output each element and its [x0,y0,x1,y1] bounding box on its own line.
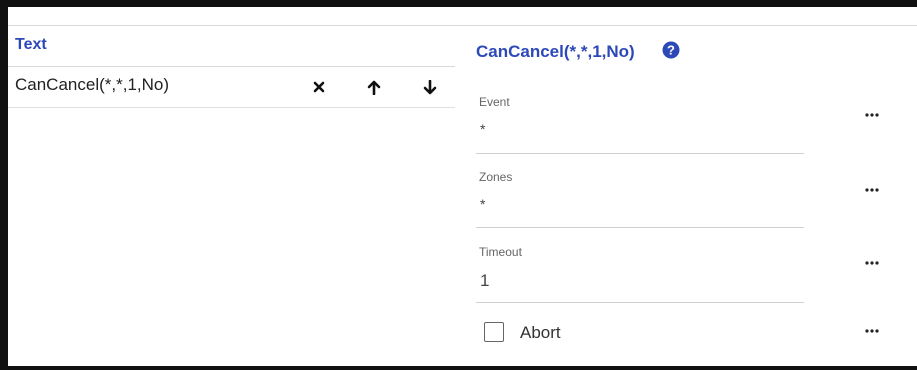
list-item[interactable]: CanCancel(*,*,1,No) [8,67,455,108]
top-divider [8,25,917,26]
event-field[interactable]: Event * [476,93,804,155]
delete-row-button[interactable] [307,75,331,99]
abort-label: Abort [520,323,561,342]
ellipsis-icon [865,261,879,265]
zones-underline [476,227,804,228]
timeout-field[interactable]: Timeout 1 [476,243,804,305]
close-icon [313,81,325,93]
zones-value[interactable]: * [480,196,485,212]
ellipsis-icon [865,188,879,192]
ellipsis-icon [865,329,879,333]
question-circle-icon[interactable]: ? [662,41,680,59]
move-up-button[interactable] [362,75,386,99]
zones-more-button[interactable] [860,183,884,197]
move-down-button[interactable] [418,75,442,99]
timeout-more-button[interactable] [860,256,884,270]
arrow-down-icon [423,79,437,94]
list-header: Text [15,36,47,53]
event-value[interactable]: * [480,121,485,137]
timeout-value[interactable]: 1 [480,271,489,291]
event-more-button[interactable] [860,108,884,122]
arrow-up-icon [367,80,381,95]
svg-text:?: ? [667,43,675,58]
abort-checkbox[interactable] [484,322,504,342]
event-underline [476,153,804,154]
list-item-label: CanCancel(*,*,1,No) [15,75,170,94]
detail-title: CanCancel(*,*,1,No) [476,42,635,61]
abort-more-button[interactable] [860,324,884,338]
event-label: Event [479,95,510,109]
ellipsis-icon [865,113,879,117]
zones-label: Zones [479,170,513,184]
timeout-label: Timeout [479,245,522,259]
timeout-underline [476,302,804,303]
zones-field[interactable]: Zones * [476,168,804,230]
